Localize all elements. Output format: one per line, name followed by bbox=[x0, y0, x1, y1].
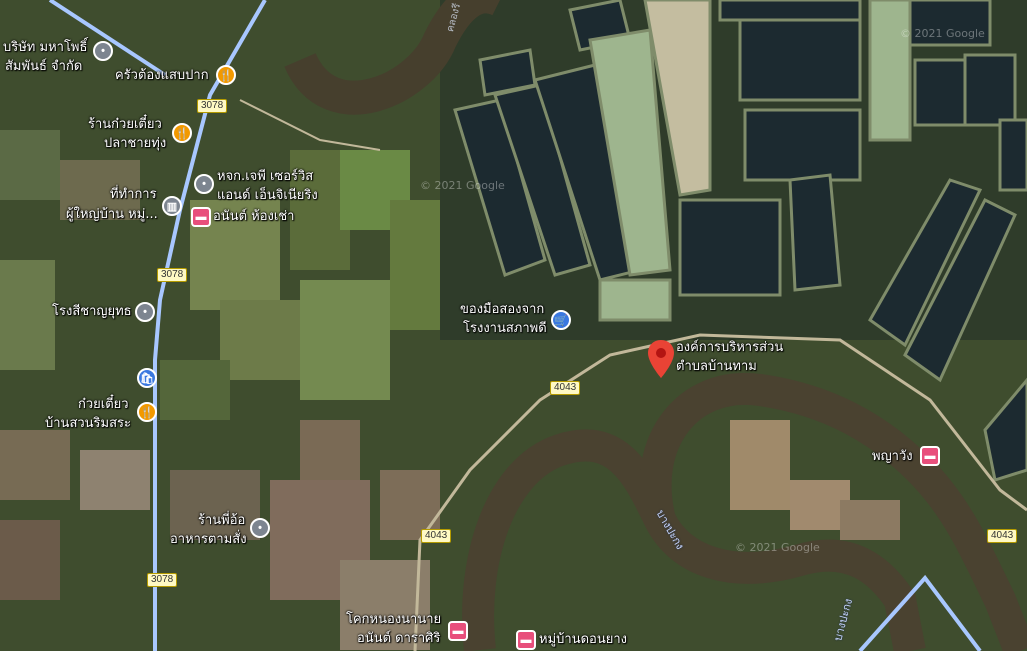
place-label: ที่ทำการ bbox=[110, 187, 157, 202]
grey-pin-icon[interactable]: • bbox=[93, 41, 113, 61]
place-label: อาหารตามสั่ง bbox=[170, 532, 247, 547]
place-label: โรงสีชาญยุทธ bbox=[52, 304, 132, 319]
place-label: ของมือสองจาก bbox=[460, 302, 545, 317]
place-label: โรงงานสภาพดี bbox=[463, 321, 547, 336]
place-label: อนันต์ ดาราศิริ bbox=[357, 631, 441, 646]
place-label: ผู้ใหญ่บ้าน หมู่... bbox=[66, 207, 158, 222]
copyright-text: © 2021 Google bbox=[420, 179, 505, 192]
place-label: บ้านสวนริมสระ bbox=[45, 416, 132, 431]
road-shield: 4043 bbox=[421, 529, 452, 543]
hotel-icon[interactable]: ▬ bbox=[448, 621, 468, 641]
grey-pin-icon[interactable]: • bbox=[135, 302, 155, 322]
restaurant-icon[interactable]: 🍴 bbox=[216, 65, 236, 85]
map-view[interactable]: © 2021 Google © 2021 Google © 2021 Googl… bbox=[0, 0, 1027, 651]
grey-pin-icon[interactable]: • bbox=[250, 518, 270, 538]
road-shield: 3078 bbox=[147, 573, 178, 587]
road-shield: 4043 bbox=[987, 529, 1018, 543]
government-icon[interactable]: ▥ bbox=[162, 196, 182, 216]
place-label: หมู่บ้านดอนยาง bbox=[539, 632, 627, 647]
place-label: ปลาชายทุ่ง bbox=[104, 136, 167, 151]
place-label: บริษัท มหาโพธิ์ bbox=[3, 40, 88, 55]
road-shield: 3078 bbox=[197, 99, 228, 113]
place-label: ก๋วยเตี๋ยว bbox=[78, 397, 129, 412]
copyright-text: © 2021 Google bbox=[735, 541, 820, 554]
copyright-text: © 2021 Google bbox=[900, 27, 985, 40]
restaurant-icon[interactable]: 🍴 bbox=[137, 402, 157, 422]
place-label: สัมพันธ์ จำกัด bbox=[5, 59, 83, 74]
place-label: โคกหนองนานาย bbox=[346, 612, 442, 627]
shopping-icon[interactable]: 🛍 bbox=[137, 368, 157, 388]
hotel-icon[interactable]: ▬ bbox=[191, 207, 211, 227]
place-label: พญาวัง bbox=[872, 449, 913, 464]
road-shield: 4043 bbox=[550, 381, 581, 395]
place-label: ครัวต้องแสบปาก bbox=[115, 68, 209, 83]
hotel-icon[interactable]: ▬ bbox=[516, 630, 536, 650]
restaurant-icon[interactable]: 🍴 bbox=[172, 123, 192, 143]
shopping-icon[interactable]: 🛒 bbox=[551, 310, 571, 330]
place-label: แอนด์ เอ็นจิเนียริง bbox=[217, 188, 318, 203]
place-label: ตำบลบ้านทาม bbox=[676, 359, 757, 374]
place-label: อนันต์ ห้องเช่า bbox=[213, 209, 295, 224]
grey-pin-icon[interactable]: • bbox=[194, 174, 214, 194]
place-label: องค์การบริหารส่วน bbox=[676, 340, 784, 355]
road-shield: 3078 bbox=[157, 268, 188, 282]
hotel-icon[interactable]: ▬ bbox=[920, 446, 940, 466]
red-pin-icon[interactable] bbox=[648, 340, 674, 378]
place-label: ร้านก๋วยเตี๋ยว bbox=[88, 117, 162, 132]
place-label: หจก.เจพี เซอร์วิส bbox=[217, 169, 314, 184]
place-label: ร้านพี่อ้อ bbox=[198, 513, 246, 528]
